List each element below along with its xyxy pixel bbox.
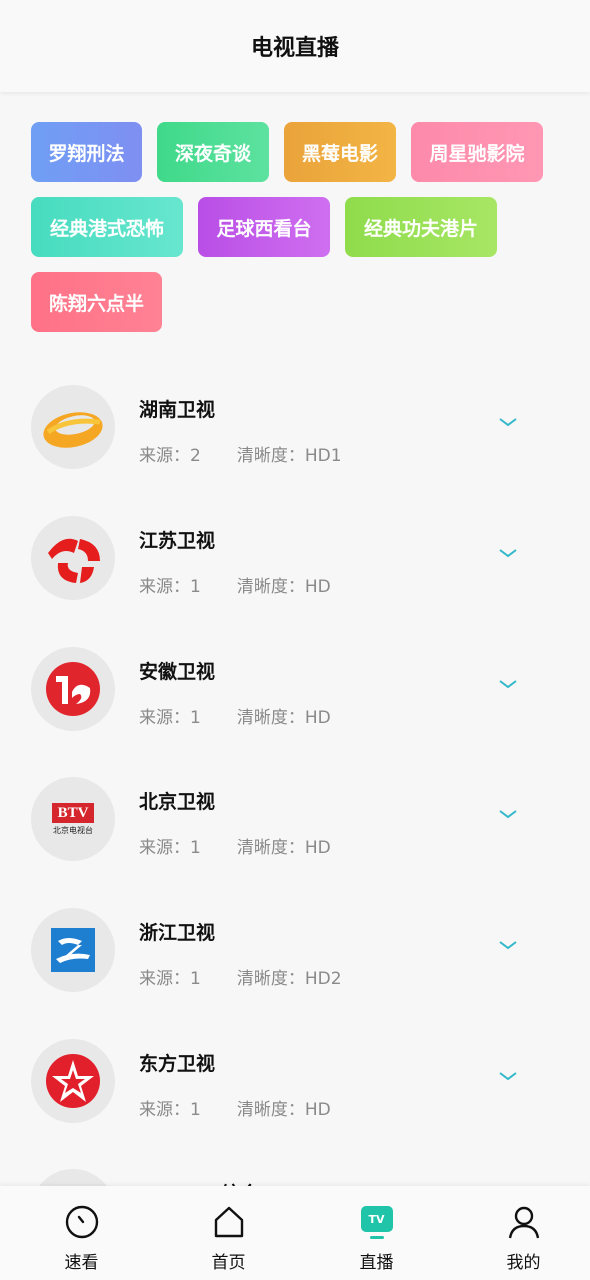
channel-meta: 来源：1 清晰度：HD [139, 708, 331, 728]
nav-label: 速看 [64, 1253, 99, 1273]
nav-profile[interactable]: 我的 [450, 1186, 590, 1280]
channel-row-zhejiang[interactable]: 浙江卫视 来源：1 清晰度：HD2 [0, 876, 590, 1006]
quality-value: HD [304, 577, 331, 597]
quality-value: HD [304, 708, 331, 728]
tag-label: 经典功夫港片 [363, 217, 478, 240]
source-count: 1 [190, 577, 201, 597]
jiangsu-tv-logo-icon [31, 516, 115, 600]
tag-label: 周星驰影院 [429, 142, 525, 165]
btv-logo-icon: BTV 北京电视台 [31, 777, 115, 861]
tag-chenxiang[interactable]: 陈翔六点半 [31, 272, 162, 332]
tag-hk-horror[interactable]: 经典港式恐怖 [31, 197, 183, 257]
tag-label: 罗翔刑法 [48, 142, 125, 165]
clock-icon [65, 1205, 98, 1239]
tag-label: 陈翔六点半 [48, 292, 144, 315]
source-count: 1 [190, 708, 201, 728]
chevron-down-icon[interactable] [497, 677, 519, 691]
tag-blackberry-movie[interactable]: 黑莓电影 [284, 122, 396, 182]
tag-football[interactable]: 足球西看台 [198, 197, 330, 257]
user-icon [508, 1206, 539, 1239]
source-count: 1 [190, 969, 201, 989]
chevron-down-icon[interactable] [497, 938, 519, 952]
channel-row-beijing[interactable]: BTV 北京电视台 北京卫视 来源：1 清晰度：HD [0, 745, 590, 875]
anhui-tv-logo-icon [31, 647, 115, 731]
tag-kungfu[interactable]: 经典功夫港片 [345, 197, 497, 257]
channel-name: 浙江卫视 [139, 922, 216, 944]
top-bar: 电视直播 [0, 0, 590, 92]
source-count: 1 [190, 838, 201, 858]
tag-luoxiang[interactable]: 罗翔刑法 [31, 122, 142, 182]
chevron-down-icon[interactable] [497, 807, 519, 821]
page-title: 电视直播 [250, 36, 339, 61]
hunan-tv-logo-icon [31, 385, 115, 469]
channel-meta: 来源：1 清晰度：HD [139, 1100, 331, 1120]
nav-quick-view[interactable]: 速看 [8, 1186, 155, 1280]
tag-label: 黑莓电影 [301, 142, 378, 165]
channel-name: 湖南卫视 [139, 399, 216, 421]
quality-value: HD2 [304, 969, 342, 989]
tag-label: 经典港式恐怖 [49, 217, 164, 240]
channel-name: 江苏卫视 [139, 530, 216, 552]
nav-home[interactable]: 首页 [155, 1186, 302, 1280]
tag-label: 深夜奇谈 [174, 142, 251, 165]
dragon-tv-logo-icon [31, 1039, 115, 1123]
channel-meta: 来源：1 清晰度：HD [139, 838, 331, 858]
channel-row-hunan[interactable]: 湖南卫视 来源：2 清晰度：HD1 [0, 353, 590, 483]
tag-stephen-chow[interactable]: 周星驰影院 [411, 122, 543, 182]
source-count: 2 [190, 446, 201, 466]
source-count: 1 [190, 1100, 201, 1120]
channel-row-jiangsu[interactable]: 江苏卫视 来源：1 清晰度：HD [0, 484, 590, 614]
channel-meta: 来源：1 清晰度：HD2 [139, 969, 342, 989]
chevron-down-icon[interactable] [497, 1069, 519, 1083]
channel-row-dragon[interactable]: 东方卫视 来源：1 清晰度：HD [0, 1007, 590, 1137]
channel-row-anhui[interactable]: 安徽卫视 来源：1 清晰度：HD [0, 615, 590, 745]
channel-name: 北京卫视 [139, 791, 216, 813]
quality-value: HD [304, 838, 331, 858]
nav-live[interactable]: TV 直播 [303, 1186, 450, 1280]
channel-meta: 来源：2 清晰度：HD1 [139, 446, 342, 466]
quality-value: HD1 [304, 446, 342, 466]
nav-label: 直播 [359, 1253, 394, 1273]
channel-meta: 来源：1 清晰度：HD [139, 577, 331, 597]
channel-name: 安徽卫视 [139, 661, 216, 683]
channel-name: 东方卫视 [139, 1053, 216, 1075]
chevron-down-icon[interactable] [497, 415, 519, 429]
quality-value: HD [304, 1100, 331, 1120]
tv-icon: TV [359, 1206, 395, 1242]
tag-label: 足球西看台 [216, 217, 312, 240]
tag-late-night[interactable]: 深夜奇谈 [157, 122, 269, 182]
zhejiang-tv-logo-icon [31, 908, 115, 992]
home-icon [214, 1206, 243, 1238]
bottom-nav: 速看 首页 TV 直播 我的 [0, 1186, 590, 1280]
chevron-down-icon[interactable] [497, 546, 519, 560]
nav-label: 我的 [506, 1253, 541, 1273]
nav-label: 首页 [211, 1253, 246, 1273]
